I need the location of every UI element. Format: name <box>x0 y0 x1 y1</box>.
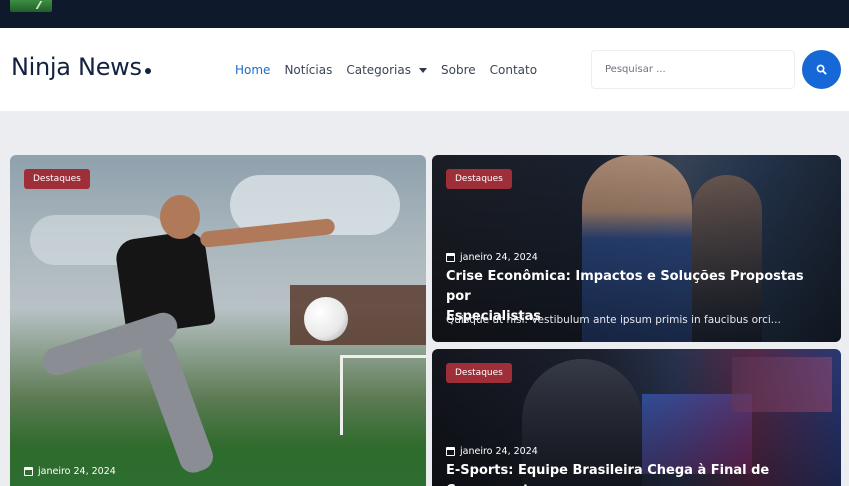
main-nav: Home Notícias Categorias Sobre Contato <box>235 63 551 77</box>
card-date-text: janeiro 24, 2024 <box>460 446 538 457</box>
card-title[interactable]: E-Sports: Equipe Brasileira Chega à Fina… <box>446 461 831 486</box>
card-excerpt: Quisque ut nisi. Vestibulum ante ipsum p… <box>446 314 781 326</box>
card-title-line: Crise Econômica: Impactos e Soluções Pro… <box>446 269 804 304</box>
search-icon <box>816 64 827 75</box>
card-date: janeiro 24, 2024 <box>446 446 538 457</box>
card-category-badge[interactable]: Destaques <box>24 169 90 189</box>
calendar-icon <box>24 467 33 476</box>
player-head <box>160 195 200 239</box>
top-bar-thumbnail[interactable] <box>10 0 52 12</box>
card-category-badge[interactable]: Destaques <box>446 363 512 383</box>
nav-sobre[interactable]: Sobre <box>441 63 476 77</box>
featured-card-main[interactable]: Destaques janeiro 24, 2024 <box>10 155 426 486</box>
logo-dot <box>144 68 151 74</box>
top-bar <box>0 0 849 28</box>
site-logo[interactable]: Ninja News <box>11 53 151 81</box>
nav-categorias[interactable]: Categorias <box>346 63 427 77</box>
search-button[interactable] <box>802 50 841 89</box>
card-date-text: janeiro 24, 2024 <box>38 466 116 477</box>
card-title-line: E-Sports: Equipe Brasileira Chega à Fina… <box>446 463 770 486</box>
search-input[interactable] <box>591 50 795 89</box>
calendar-icon <box>446 447 455 456</box>
goal-post <box>340 355 426 435</box>
site-logo-text: Ninja News <box>11 53 142 81</box>
calendar-icon <box>446 253 455 262</box>
nav-categorias-label: Categorias <box>346 63 411 77</box>
chevron-down-icon <box>419 67 427 73</box>
nav-noticias[interactable]: Notícias <box>284 63 332 77</box>
featured-card-esports[interactable]: Destaques janeiro 24, 2024 E-Sports: Equ… <box>432 349 841 486</box>
player-leg <box>137 333 217 477</box>
card-date-text: janeiro 24, 2024 <box>460 252 538 263</box>
card-date: janeiro 24, 2024 <box>446 252 538 263</box>
soccer-ball <box>304 297 348 341</box>
nav-home[interactable]: Home <box>235 63 270 77</box>
card-category-badge[interactable]: Destaques <box>446 169 512 189</box>
featured-card-economy[interactable]: Destaques janeiro 24, 2024 Crise Econômi… <box>432 155 841 342</box>
card-date: janeiro 24, 2024 <box>24 466 116 477</box>
nav-contato[interactable]: Contato <box>490 63 537 77</box>
site-header: Ninja News Home Notícias Categorias Sobr… <box>0 28 849 111</box>
